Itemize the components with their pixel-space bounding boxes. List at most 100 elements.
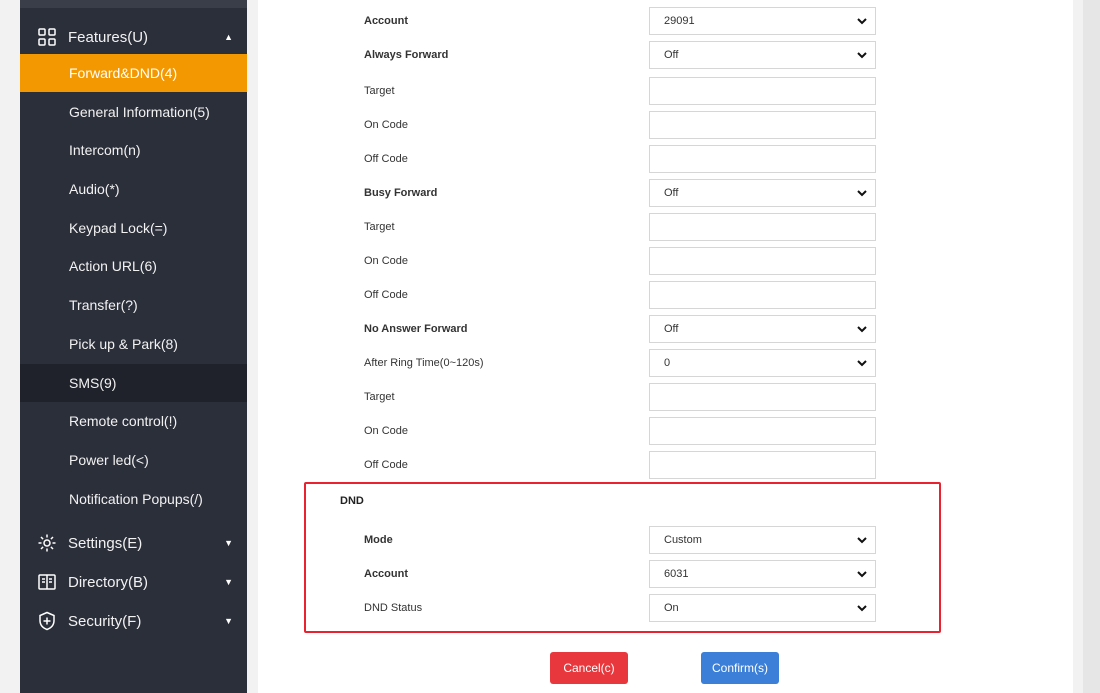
af-target-row: Target: [258, 74, 1073, 108]
sidebar-item-power-led[interactable]: Power led(<): [20, 441, 247, 479]
sidebar-item-transfer[interactable]: Transfer(?): [20, 286, 247, 324]
caret-down-icon: ▼: [224, 538, 233, 548]
dnd-account-select[interactable]: 6031: [649, 560, 876, 588]
sidebar-security-label: Security(F): [68, 612, 142, 630]
bf-off-code-row: Off Code: [258, 278, 1073, 312]
af-on-code-input[interactable]: [649, 111, 876, 139]
af-on-code-label: On Code: [364, 119, 409, 131]
na-target-label: Target: [364, 391, 395, 403]
af-off-code-label: Off Code: [364, 153, 408, 165]
account-select[interactable]: 29091: [649, 7, 876, 35]
sidebar-item-label: Pick up & Park(8): [69, 336, 178, 352]
bf-target-label: Target: [364, 221, 395, 233]
always-forward-row: Always Forward Off: [258, 38, 1073, 72]
sidebar-item-pick-up-park[interactable]: Pick up & Park(8): [20, 325, 247, 363]
sidebar-features[interactable]: Features(U) ▲: [20, 18, 247, 56]
dnd-status-row: DND Status On: [258, 591, 1073, 625]
caret-down-icon: ▼: [224, 616, 233, 626]
account-select-value: 29091: [664, 15, 695, 27]
na-off-code-row: Off Code: [258, 448, 1073, 482]
dnd-status-select[interactable]: On: [649, 594, 876, 622]
sidebar-item-intercom[interactable]: Intercom(n): [20, 131, 247, 169]
sidebar-item-label: Forward&DND(4): [69, 65, 178, 81]
sidebar-item-label: Intercom(n): [69, 142, 141, 158]
no-answer-forward-row: No Answer Forward Off: [258, 312, 1073, 346]
af-off-code-input[interactable]: [649, 145, 876, 173]
sidebar-settings[interactable]: Settings(E) ▼: [20, 524, 247, 562]
confirm-button[interactable]: Confirm(s): [701, 652, 779, 684]
sidebar-item-notification-popups[interactable]: Notification Popups(/): [20, 480, 247, 518]
account-row: Account 29091: [258, 4, 1073, 38]
bf-on-code-label: On Code: [364, 255, 409, 267]
page-scrollbar[interactable]: [1083, 0, 1100, 693]
bf-off-code-input[interactable]: [649, 281, 876, 309]
sidebar-settings-label: Settings(E): [68, 534, 143, 552]
busy-forward-row: Busy Forward Off: [258, 176, 1073, 210]
sidebar-item-label: Notification Popups(/): [69, 491, 203, 507]
book-icon: [36, 571, 58, 593]
sidebar: Features(U) ▲ Forward&DND(4) General Inf…: [20, 0, 247, 693]
shield-plus-icon: [36, 610, 58, 632]
sidebar-security[interactable]: Security(F) ▼: [20, 602, 247, 640]
na-off-code-input[interactable]: [649, 451, 876, 479]
na-on-code-row: On Code: [258, 414, 1073, 448]
sidebar-item-label: General Information(5): [69, 104, 210, 120]
chevron-down-icon: [855, 8, 869, 34]
chevron-down-icon: [855, 595, 869, 621]
sidebar-item-remote-control[interactable]: Remote control(!): [20, 402, 247, 440]
ring-time-value: 0: [664, 357, 671, 369]
bf-on-code-row: On Code: [258, 244, 1073, 278]
sidebar-directory-label: Directory(B): [68, 573, 149, 591]
na-target-input[interactable]: [649, 383, 876, 411]
sidebar-features-label: Features(U): [68, 28, 149, 46]
sidebar-item-label: Audio(*): [69, 181, 120, 197]
dnd-status-value: On: [664, 602, 679, 614]
always-forward-select[interactable]: Off: [649, 41, 876, 69]
af-target-label: Target: [364, 85, 395, 97]
busy-forward-value: Off: [664, 187, 679, 199]
sidebar-item-label: SMS(9): [69, 375, 117, 391]
sidebar-item-label: Action URL(6): [69, 258, 157, 274]
dnd-mode-label: Mode: [364, 534, 393, 546]
busy-forward-label: Busy Forward: [364, 187, 438, 199]
chevron-down-icon: [855, 350, 869, 376]
chevron-down-icon: [855, 316, 869, 342]
ring-time-label: After Ring Time(0~120s): [364, 357, 484, 369]
bf-target-row: Target: [258, 210, 1073, 244]
account-label: Account: [364, 15, 408, 27]
chevron-down-icon: [855, 527, 869, 553]
chevron-down-icon: [855, 561, 869, 587]
dnd-mode-value: Custom: [664, 534, 702, 546]
grid-icon: [36, 26, 58, 48]
sidebar-item-audio[interactable]: Audio(*): [20, 170, 247, 208]
dnd-status-label: DND Status: [364, 602, 423, 614]
sidebar-item-keypad-lock[interactable]: Keypad Lock(=): [20, 209, 247, 247]
na-off-code-label: Off Code: [364, 459, 408, 471]
sidebar-item-forward-dnd[interactable]: Forward&DND(4): [20, 54, 247, 92]
no-answer-forward-label: No Answer Forward: [364, 323, 468, 335]
sidebar-item-sms[interactable]: SMS(9): [20, 364, 247, 402]
sidebar-item-general-information[interactable]: General Information(5): [20, 93, 247, 131]
bf-on-code-input[interactable]: [649, 247, 876, 275]
chevron-down-icon: [855, 180, 869, 206]
dnd-account-value: 6031: [664, 568, 689, 580]
no-answer-forward-select[interactable]: Off: [649, 315, 876, 343]
sidebar-top-edge: [20, 0, 247, 8]
dnd-mode-select[interactable]: Custom: [649, 526, 876, 554]
ring-time-select[interactable]: 0: [649, 349, 876, 377]
gear-icon: [36, 532, 58, 554]
always-forward-value: Off: [664, 49, 679, 61]
af-off-code-row: Off Code: [258, 142, 1073, 176]
dnd-section-title: DND: [340, 495, 364, 507]
sidebar-directory[interactable]: Directory(B) ▼: [20, 563, 247, 601]
cancel-button[interactable]: Cancel(c): [550, 652, 628, 684]
na-on-code-input[interactable]: [649, 417, 876, 445]
na-target-row: Target: [258, 380, 1073, 414]
af-target-input[interactable]: [649, 77, 876, 105]
sidebar-item-label: Remote control(!): [69, 413, 178, 429]
caret-up-icon: ▲: [224, 32, 233, 42]
bf-target-input[interactable]: [649, 213, 876, 241]
bf-off-code-label: Off Code: [364, 289, 408, 301]
sidebar-item-action-url[interactable]: Action URL(6): [20, 247, 247, 285]
busy-forward-select[interactable]: Off: [649, 179, 876, 207]
